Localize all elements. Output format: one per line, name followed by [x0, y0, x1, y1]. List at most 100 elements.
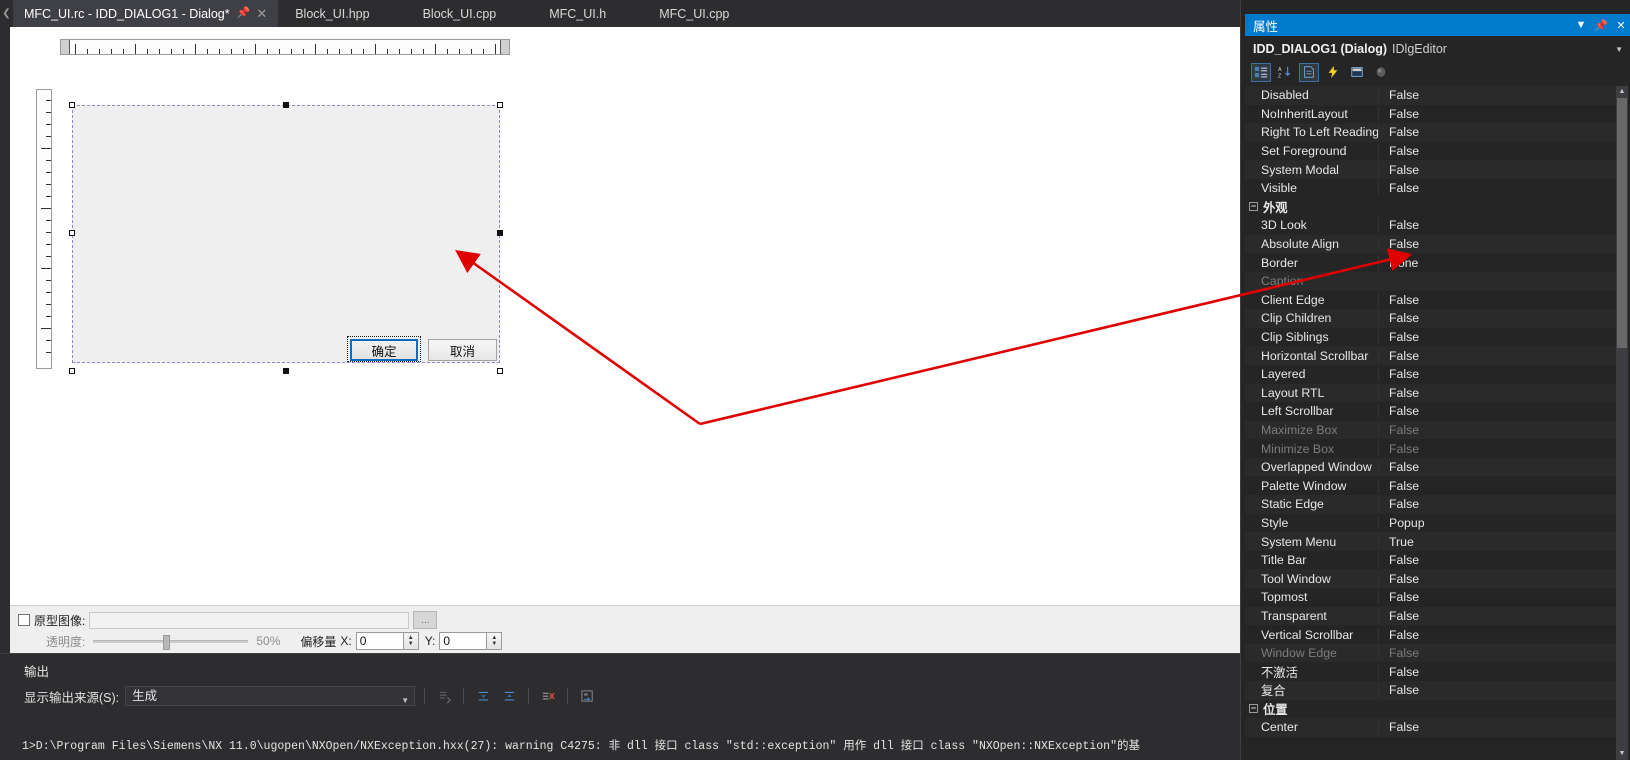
scroll-up-icon[interactable]: ▲ [1616, 86, 1628, 98]
property-value[interactable]: False [1378, 311, 1617, 326]
property-row[interactable]: Palette Window False [1245, 476, 1617, 496]
close-icon[interactable]: ✕ [256, 7, 267, 20]
property-row[interactable]: Topmost False [1245, 588, 1617, 607]
property-row[interactable]: Transparent False [1245, 606, 1617, 626]
property-value[interactable]: False [1378, 162, 1617, 177]
properties-panel-titlebar[interactable]: 属性 ▼ 📌 ✕ [1245, 14, 1630, 36]
transparency-slider-thumb[interactable] [163, 634, 171, 650]
resize-handle-bottom-center[interactable] [283, 368, 289, 374]
spinner-down-icon[interactable]: ▼ [408, 641, 414, 647]
property-row[interactable]: System Modal False [1245, 160, 1617, 179]
resize-handle-top-left[interactable] [69, 102, 75, 108]
close-icon[interactable]: ✕ [1611, 19, 1630, 32]
property-value[interactable]: Popup [1378, 515, 1617, 530]
property-row[interactable]: 3D Look False [1245, 216, 1617, 235]
property-value[interactable]: None [1378, 255, 1617, 270]
property-row[interactable]: Style Popup [1245, 513, 1617, 533]
property-row[interactable]: Maximize Box False [1245, 420, 1617, 440]
property-value[interactable]: False [1378, 367, 1617, 382]
tab-scroll-left-icon[interactable]: ❮ [0, 0, 13, 27]
editor-tab-mfc-ui-cpp[interactable]: MFC_UI.cpp [633, 0, 757, 27]
property-row[interactable]: Layered False [1245, 364, 1617, 384]
resize-handle-middle-right[interactable] [497, 230, 503, 236]
property-row[interactable]: NoInheritLayout False [1245, 104, 1617, 124]
property-value[interactable]: False [1378, 181, 1617, 196]
offset-y-spinner[interactable]: ▲ ▼ [487, 632, 503, 650]
property-row[interactable]: Minimize Box False [1245, 439, 1617, 458]
property-value[interactable]: False [1378, 646, 1617, 661]
property-row[interactable]: System Menu True [1245, 532, 1617, 551]
properties-object-selector[interactable]: IDD_DIALOG1 (Dialog) IDlgEditor ▼ [1245, 38, 1630, 60]
property-value[interactable]: False [1378, 218, 1617, 233]
horizontal-ruler[interactable] [60, 39, 510, 55]
ruler-grip-right[interactable] [500, 40, 509, 54]
dialog-ok-button[interactable]: 确定 [350, 339, 418, 361]
property-row[interactable]: Static Edge False [1245, 495, 1617, 514]
chevron-down-icon[interactable]: ▼ [1615, 45, 1623, 54]
resize-handle-bottom-left[interactable] [69, 368, 75, 374]
resize-handle-bottom-right[interactable] [497, 368, 503, 374]
property-row[interactable]: 复合 False [1245, 681, 1617, 700]
property-value[interactable]: False [1378, 330, 1617, 345]
property-row[interactable]: Disabled False [1245, 86, 1617, 105]
go-to-next-icon[interactable] [499, 686, 519, 706]
properties-list[interactable]: Disabled False NoInheritLayout False Right T… [1245, 86, 1617, 760]
vertical-ruler[interactable] [36, 89, 52, 369]
property-value[interactable]: False [1378, 571, 1617, 586]
ruler-grip-left[interactable] [61, 40, 70, 54]
property-value[interactable]: True [1378, 534, 1617, 549]
property-value[interactable]: False [1378, 683, 1617, 698]
prototype-image-path-input[interactable] [89, 611, 410, 629]
resize-handle-middle-left[interactable] [69, 230, 75, 236]
prototype-image-browse-button[interactable]: ... [413, 611, 438, 629]
go-to-previous-icon[interactable] [473, 686, 493, 706]
property-value[interactable]: False [1378, 422, 1617, 437]
transparency-slider[interactable] [93, 634, 249, 650]
editor-tab-block-ui-hpp[interactable]: Block_UI.hpp [279, 0, 397, 27]
property-value[interactable]: False [1378, 720, 1617, 735]
messages-icon[interactable] [1371, 63, 1391, 82]
editor-tab-block-ui-cpp[interactable]: Block_UI.cpp [396, 0, 524, 27]
property-row[interactable]: Right To Left Reading OrFalse [1245, 123, 1617, 142]
property-row[interactable]: Visible False [1245, 178, 1617, 198]
property-value[interactable]: False [1378, 664, 1617, 679]
property-value[interactable]: False [1378, 553, 1617, 568]
property-value[interactable]: False [1378, 125, 1617, 140]
editor-tab-mfc-ui-rc[interactable]: MFC_UI.rc - IDD_DIALOG1 - Dialog* 📌 ✕ [13, 0, 280, 27]
property-value[interactable]: False [1378, 237, 1617, 252]
property-value[interactable]: False [1378, 590, 1617, 605]
collapse-expander-icon[interactable]: − [1249, 704, 1258, 714]
property-row[interactable]: Window Edge False [1245, 643, 1617, 663]
dialog-designer-surface[interactable]: 确定 取消 [0, 27, 1240, 605]
alphabetical-icon[interactable]: AZ [1275, 63, 1295, 82]
property-row[interactable]: Absolute Align False [1245, 234, 1617, 254]
pin-icon[interactable]: 📌 [1591, 19, 1611, 32]
property-category-row[interactable]: − 位置 [1245, 699, 1617, 719]
property-category-row[interactable]: − 外观 [1245, 197, 1617, 217]
spinner-down-icon[interactable]: ▼ [491, 641, 497, 647]
dialog-under-edit[interactable]: 确定 取消 [60, 93, 512, 377]
properties-scrollbar[interactable]: ▲ ▼ [1616, 86, 1628, 760]
chevron-down-icon[interactable]: ▼ [1571, 19, 1591, 31]
property-row[interactable]: Border None [1245, 253, 1617, 272]
offset-y-input[interactable]: 0 [439, 632, 488, 650]
property-value[interactable]: False [1378, 460, 1617, 475]
property-value[interactable]: False [1378, 404, 1617, 419]
scroll-down-icon[interactable]: ▼ [1616, 748, 1628, 760]
dialog-client-area[interactable] [72, 105, 500, 363]
property-row[interactable]: 不激活 False [1245, 662, 1617, 681]
toggle-word-wrap-icon[interactable]: ab [577, 686, 597, 706]
property-row[interactable]: Overlapped Window False [1245, 457, 1617, 477]
pin-icon[interactable]: 📌 [237, 8, 251, 19]
property-value[interactable]: False [1378, 441, 1617, 456]
collapse-expander-icon[interactable]: − [1249, 202, 1258, 212]
property-row[interactable]: Tool Window False [1245, 569, 1617, 589]
property-row[interactable]: Center False [1245, 718, 1617, 737]
output-source-combobox[interactable]: 生成 ▼ [125, 686, 416, 706]
clear-output-icon[interactable] [538, 686, 558, 706]
offset-x-input[interactable]: 0 [355, 632, 404, 650]
property-pages-icon[interactable] [1347, 63, 1367, 82]
property-row[interactable]: Client Edge False [1245, 290, 1617, 310]
property-row[interactable]: Set Foreground False [1245, 141, 1617, 161]
property-row[interactable]: Left Scrollbar False [1245, 402, 1617, 421]
